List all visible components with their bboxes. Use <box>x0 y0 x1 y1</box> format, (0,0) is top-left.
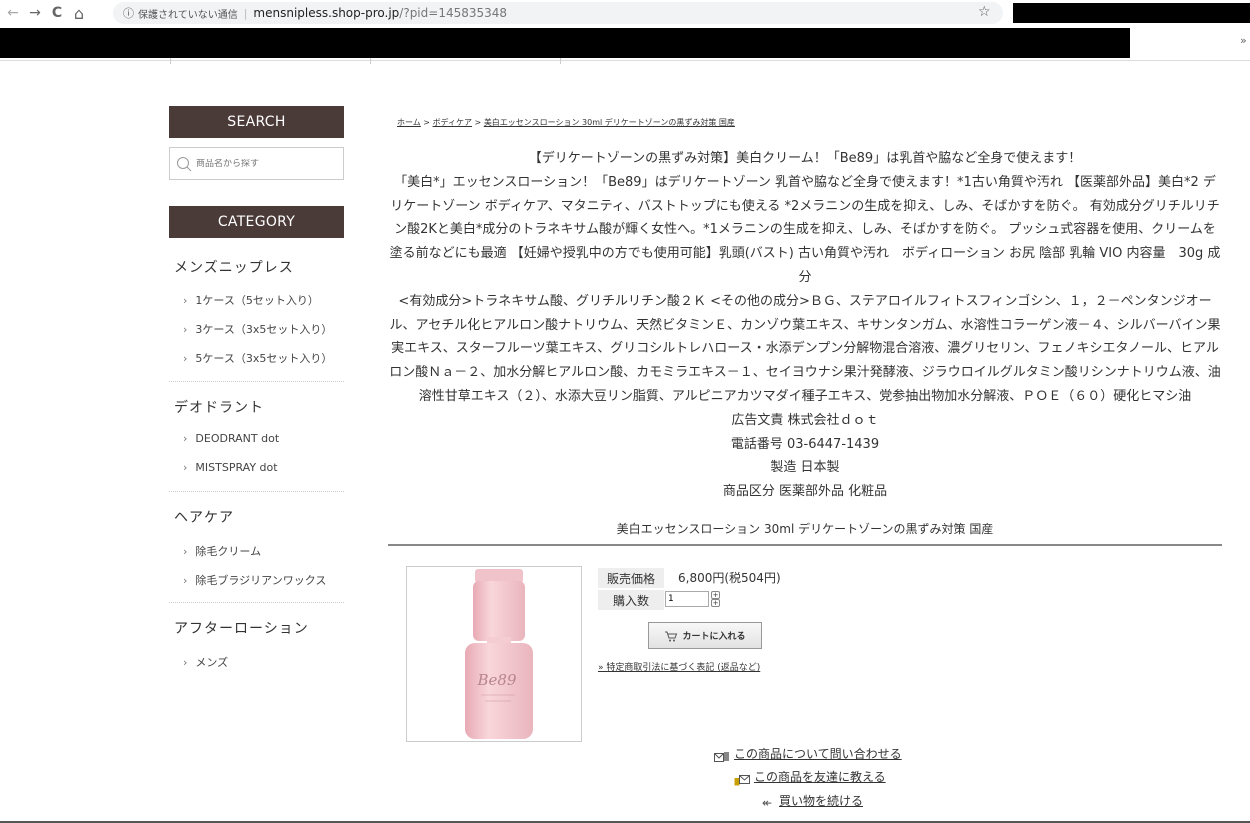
header-divider-stub <box>370 58 371 64</box>
category-item[interactable]: › 3ケース（3x5セット入り） <box>183 321 332 337</box>
category-item[interactable]: › メンズ <box>183 654 228 670</box>
category-divider <box>169 381 344 382</box>
tell-friend-link[interactable]: この商品を友達に教える <box>754 768 886 785</box>
bottle-illustration: Be89 <box>465 569 533 739</box>
product-description: 【デリケートゾーンの黒ずみ対策】美白クリーム！「Be89」は乳首や脇など全身で使… <box>388 147 1222 504</box>
description-headline: 【デリケートゾーンの黒ずみ対策】美白クリーム！「Be89」は乳首や脇など全身で使… <box>528 151 1082 166</box>
chevron-right-icon: › <box>183 432 188 445</box>
quantity-label: 購入数 <box>598 590 664 610</box>
category-item-label: MISTSPRAY dot <box>195 461 278 474</box>
description-phone: 電話番号 03-6447-1439 <box>730 436 880 452</box>
reload-icon[interactable]: C <box>46 5 68 21</box>
breadcrumb-category-link[interactable]: ボディケア <box>433 118 472 127</box>
tokutei-link[interactable]: » 特定商取引法に基づく表記 (返品など) <box>598 660 760 673</box>
category-item[interactable]: › 1ケース（5セット入り） <box>183 292 319 308</box>
info-icon[interactable]: ⓘ <box>123 5 134 21</box>
chevron-right-icon: › <box>183 656 188 669</box>
omnibox-separator: | <box>243 6 248 20</box>
breadcrumb: ホーム > ボディケア > 美白エッセンスローション 30ml デリケートゾーン… <box>397 117 735 128</box>
redacted-bookmarks-bar <box>0 28 1130 58</box>
description-made-in: 製造 日本製 <box>770 460 840 476</box>
forward-icon[interactable]: → <box>24 5 46 21</box>
category-group-title[interactable]: ヘアケア <box>174 507 234 527</box>
quantity-stepper[interactable]: + + <box>711 591 721 607</box>
add-to-cart-label: カートに入れる <box>682 632 746 642</box>
breadcrumb-separator: > <box>420 118 433 127</box>
description-advertiser: 広告文責 株式会社ｄｏｔ <box>731 412 879 428</box>
category-item[interactable]: › 除毛ブラジリアンワックス <box>183 572 326 588</box>
chevron-right-icon: › <box>183 323 188 336</box>
bottle-brand-text: Be89 <box>477 671 517 689</box>
stepper-down-icon[interactable]: + <box>711 599 720 607</box>
category-item-label: メンズ <box>195 656 229 669</box>
category-item[interactable]: › 除毛クリーム <box>183 543 261 559</box>
breadcrumb-home-link[interactable]: ホーム <box>397 118 421 127</box>
back-arrow-icon: ↞ <box>762 796 773 810</box>
search-heading: SEARCH <box>169 106 344 138</box>
chevron-right-icon: › <box>183 545 188 558</box>
description-body: 「美白*」エッセンスローション！「Be89」はデリケートゾーン 乳首や脇など全身… <box>389 174 1221 285</box>
security-status: 保護されていない通信 <box>138 9 238 21</box>
category-item-label: 除毛ブラジリアンワックス <box>195 574 327 587</box>
mail-icon <box>714 751 730 766</box>
tell-friend-icon <box>734 774 750 789</box>
home-icon[interactable]: ⌂ <box>68 4 90 23</box>
chevron-right-icon: › <box>183 574 188 587</box>
search-icon[interactable] <box>176 156 192 172</box>
header-divider-stub <box>170 58 171 64</box>
add-to-cart-button[interactable]: カートに入れる <box>648 622 762 649</box>
category-item-label: 除毛クリーム <box>195 545 262 558</box>
product-divider <box>388 544 1222 546</box>
quantity-input[interactable] <box>665 591 709 607</box>
stepper-up-icon[interactable]: + <box>711 591 720 599</box>
continue-shopping-link[interactable]: 買い物を続ける <box>779 792 863 809</box>
category-divider <box>169 491 344 492</box>
category-item[interactable]: › MISTSPRAY dot <box>183 461 278 474</box>
price-label: 販売価格 <box>598 568 664 588</box>
category-group-title[interactable]: メンズニップレス <box>174 257 294 277</box>
category-heading: CATEGORY <box>169 206 344 238</box>
search-box[interactable] <box>169 147 344 180</box>
price-value: 6,800円(税504円) <box>678 571 781 585</box>
back-icon[interactable]: ← <box>2 5 24 21</box>
bookmark-star-icon[interactable]: ☆ <box>978 4 991 20</box>
bookmarks-more-icon[interactable]: » <box>1240 34 1247 47</box>
category-item[interactable]: › DEODRANT dot <box>183 432 279 445</box>
header-divider-stub <box>560 58 561 64</box>
header-divider <box>0 60 1250 61</box>
breadcrumb-current-link[interactable]: 美白エッセンスローション 30ml デリケートゾーンの黒ずみ対策 国産 <box>484 118 735 127</box>
inquire-link[interactable]: この商品について問い合わせる <box>734 745 902 762</box>
category-item-label: DEODRANT dot <box>195 432 280 445</box>
category-group-title[interactable]: アフターローション <box>174 618 309 638</box>
category-item-label: 1ケース（5セット入り） <box>195 294 319 307</box>
breadcrumb-separator: > <box>472 118 484 127</box>
description-ingredients: <有効成分>トラネキサム酸、グリチルリチン酸２Ｋ <その他の成分>ＢＧ、ステアロ… <box>389 293 1221 404</box>
category-group-title[interactable]: デオドラント <box>174 397 264 417</box>
chevron-right-icon: › <box>183 294 188 307</box>
category-item[interactable]: › 5ケース（3x5セット入り） <box>183 350 332 366</box>
address-bar[interactable]: ⓘ 保護されていない通信 | mensnipless.shop-pro.jp /… <box>113 2 1003 24</box>
url-path: /?pid=145835348 <box>399 6 508 20</box>
product-name: 美白エッセンスローション 30ml デリケートゾーンの黒ずみ対策 国産 <box>616 522 994 536</box>
category-item-label: 5ケース（3x5セット入り） <box>195 352 333 365</box>
product-image[interactable]: Be89 <box>406 566 582 742</box>
description-category: 商品区分 医薬部外品 化粧品 <box>722 484 888 500</box>
search-input[interactable] <box>196 158 336 169</box>
redacted-region <box>1013 3 1250 23</box>
category-item-label: 3ケース（3x5セット入り） <box>195 323 333 336</box>
chevron-right-icon: › <box>183 461 188 474</box>
url-domain: mensnipless.shop-pro.jp <box>253 6 400 20</box>
chevron-right-icon: › <box>183 352 188 365</box>
category-divider <box>169 602 344 603</box>
cart-icon <box>665 631 678 641</box>
